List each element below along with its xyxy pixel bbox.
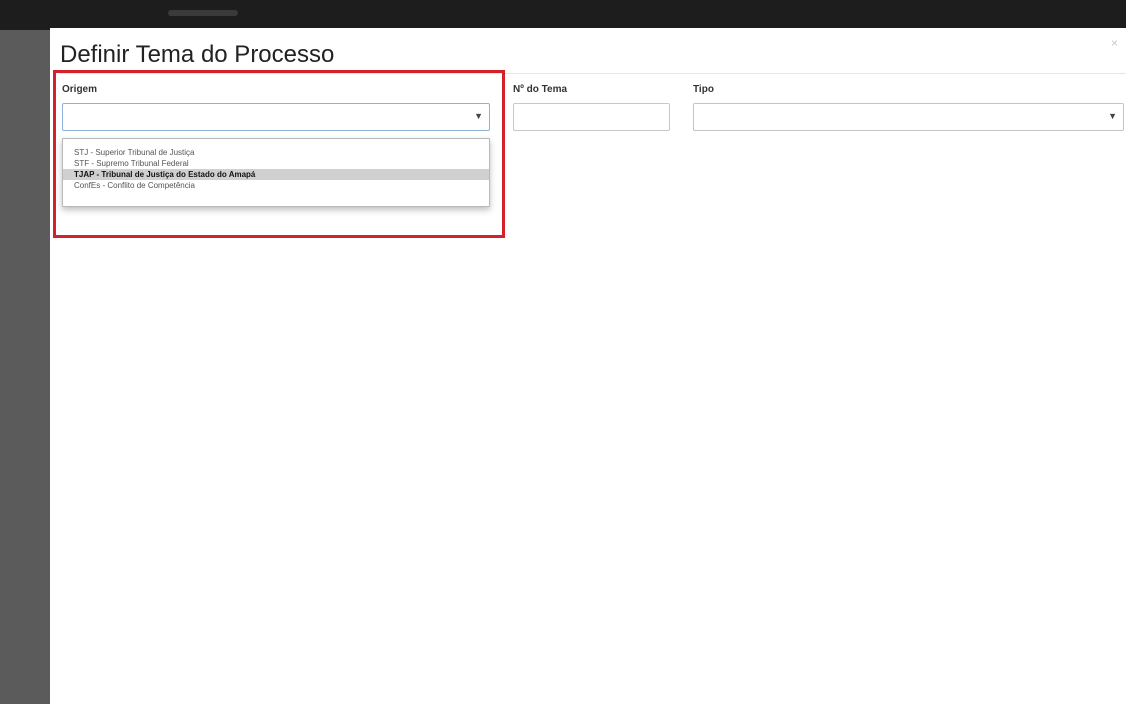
background-sidebar (0, 30, 50, 704)
numero-tema-label: Nº do Tema (513, 84, 568, 95)
tipo-select[interactable]: ▼ (693, 103, 1124, 131)
background-header-element (168, 10, 238, 16)
numero-tema-input[interactable] (513, 103, 670, 131)
tipo-label: Tipo (693, 84, 714, 95)
modal-title: Definir Tema do Processo (60, 41, 335, 68)
chevron-down-icon: ▼ (1108, 111, 1117, 121)
define-theme-modal: Definir Tema do Processo × Origem ▼ STJ … (50, 28, 1126, 704)
close-icon[interactable]: × (1111, 36, 1118, 50)
background-top-bar (0, 0, 1126, 30)
annotation-highlight-box (53, 70, 505, 238)
